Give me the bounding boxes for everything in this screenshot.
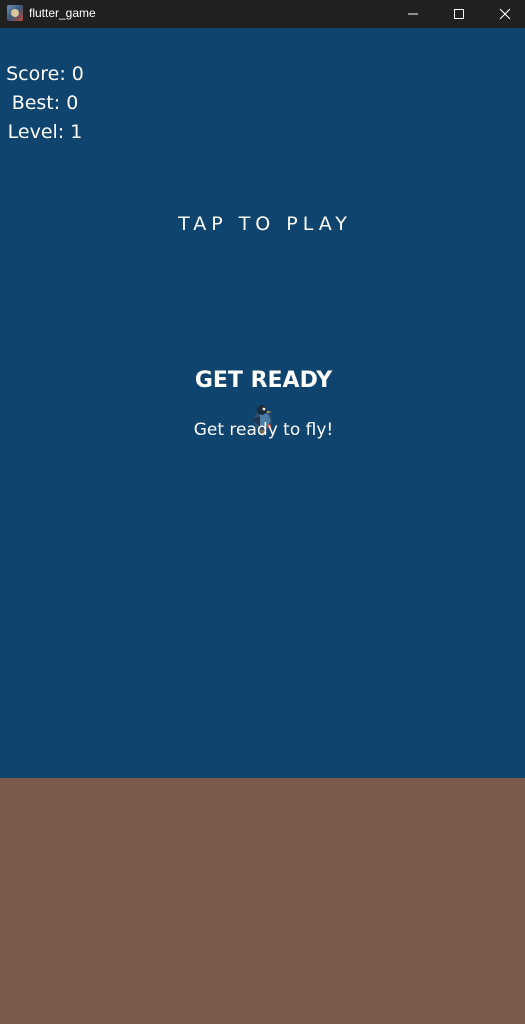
game-window: flutter_game Score: 0 Best: 0 Level: 1 T… [0,0,525,1024]
get-ready-title: GET READY [194,368,333,393]
level-display: Level: 1 [7,121,83,143]
ground [0,778,525,1024]
close-button[interactable] [482,0,525,28]
minimize-icon [408,13,418,15]
app-icon [7,5,23,21]
tap-to-play-prompt[interactable]: TAP TO PLAY [0,212,525,236]
get-ready-subtitle: Get ready to fly! [193,420,334,440]
window-title: flutter_game [29,6,96,20]
maximize-button[interactable] [436,0,482,28]
score-display: Score: 0 [6,63,84,85]
best-score-display: Best: 0 [11,92,79,114]
maximize-icon [454,9,464,19]
close-icon [499,8,511,20]
minimize-button[interactable] [390,0,436,28]
title-bar[interactable]: flutter_game [0,0,525,28]
